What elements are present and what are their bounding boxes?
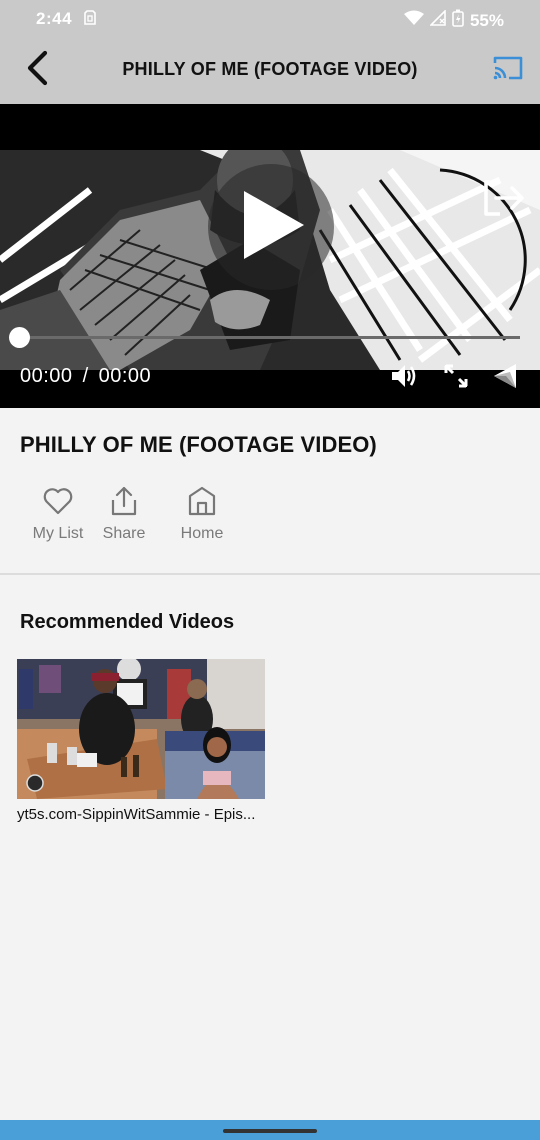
exit-icon: [482, 178, 526, 223]
fullscreen-icon: [443, 363, 469, 394]
quality-icon: [490, 362, 518, 395]
share-button[interactable]: Share: [92, 486, 156, 543]
battery-percent: 55%: [469, 10, 504, 30]
my-list-label: My List: [32, 525, 84, 542]
system-nav-bar: [0, 1120, 540, 1140]
back-button[interactable]: [18, 50, 58, 90]
fullscreen-button[interactable]: [440, 362, 472, 394]
cast-icon: [492, 55, 524, 86]
app-bar: PHILLY OF ME (FOOTAGE VIDEO): [0, 38, 540, 104]
recommended-video-card[interactable]: yt5s.com-SippinWitSammie - Epis...: [17, 659, 265, 823]
seek-thumb[interactable]: [9, 327, 30, 348]
video-title: PHILLY OF ME (FOOTAGE VIDEO): [20, 432, 377, 457]
cast-button[interactable]: [490, 52, 526, 88]
volume-button[interactable]: [388, 362, 420, 394]
my-list-button[interactable]: My List: [20, 486, 96, 543]
thumbnail-image: [17, 659, 265, 799]
signal-icon: [429, 9, 446, 31]
seek-bar[interactable]: [20, 336, 520, 339]
recommended-video-thumbnail[interactable]: [17, 659, 265, 799]
recommended-video-title: yt5s.com-SippinWitSammie - Epis...: [17, 806, 256, 823]
header: 2:44 55% PHILLY OF ME (FOOTAGE VIDEO): [0, 0, 540, 104]
action-row: My List Share Home: [20, 486, 242, 543]
home-button[interactable]: Home: [162, 486, 242, 543]
time-separator: /: [82, 365, 89, 387]
home-icon: [187, 486, 217, 516]
recommended-heading: Recommended Videos: [20, 611, 235, 633]
current-time: 00:00: [20, 365, 73, 387]
status-bar: 2:44 55%: [0, 0, 540, 38]
play-button[interactable]: [208, 164, 334, 290]
video-player[interactable]: 00:00 / 00:00: [0, 104, 540, 408]
status-time: 2:44: [36, 9, 73, 28]
volume-icon: [390, 363, 418, 394]
wifi-icon: [403, 10, 424, 31]
share-label: Share: [102, 525, 146, 542]
share-icon: [109, 486, 139, 516]
exit-player-button[interactable]: [480, 176, 528, 224]
time-display: 00:00 / 00:00: [20, 365, 151, 388]
home-label: Home: [180, 525, 224, 542]
status-icons: 55%: [403, 9, 504, 32]
play-icon: [236, 189, 306, 266]
battery-icon: [452, 9, 464, 32]
home-gesture-handle[interactable]: [223, 1129, 317, 1133]
sim-icon: [84, 10, 96, 26]
app-title: PHILLY OF ME (FOOTAGE VIDEO): [122, 59, 418, 79]
quality-button[interactable]: [488, 362, 520, 394]
heart-icon: [43, 486, 73, 516]
chevron-left-icon: [25, 50, 51, 91]
divider: [0, 573, 540, 575]
duration: 00:00: [98, 365, 152, 387]
